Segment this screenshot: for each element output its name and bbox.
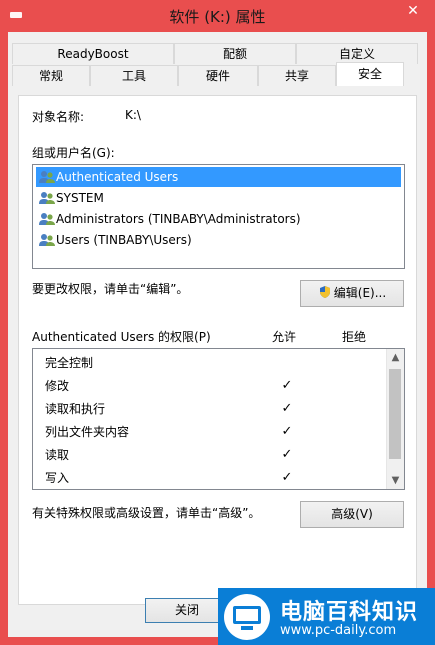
scrollbar-thumb[interactable] bbox=[389, 369, 401, 459]
title-bar[interactable]: 软件 (K:) 属性 ✕ bbox=[0, 0, 435, 32]
uac-shield-icon bbox=[319, 286, 330, 298]
tab-sharing[interactable]: 共享 bbox=[258, 65, 336, 86]
users-group-icon bbox=[39, 213, 55, 225]
close-button[interactable]: 关闭 bbox=[145, 598, 229, 623]
properties-window: 软件 (K:) 属性 ✕ ReadyBoost 配额 自定义 常规 工具 硬件 … bbox=[0, 0, 435, 645]
users-group-icon bbox=[39, 171, 55, 183]
tab-general[interactable]: 常规 bbox=[12, 65, 90, 86]
tab-customize[interactable]: 自定义 bbox=[296, 43, 418, 64]
allow-check-icon bbox=[280, 352, 294, 374]
site-watermark: 电脑百科知识 www.pc-daily.com bbox=[218, 588, 435, 645]
users-group-icon bbox=[39, 192, 55, 204]
user-item-label: SYSTEM bbox=[56, 191, 104, 205]
deny-column-header: 拒绝 bbox=[342, 330, 367, 344]
allow-check-icon: ✓ bbox=[281, 424, 293, 439]
permission-read-execute: 读取和执行 bbox=[45, 402, 106, 416]
tab-tools[interactable]: 工具 bbox=[90, 65, 178, 86]
allow-check-icon: ✓ bbox=[281, 401, 293, 416]
users-group-icon bbox=[39, 234, 55, 246]
object-name-label: 对象名称: bbox=[32, 110, 85, 124]
advanced-hint: 有关特殊权限或高级设置，请单击“高级”。 bbox=[32, 506, 261, 520]
scroll-up-arrow-icon[interactable]: ▲ bbox=[387, 349, 404, 366]
user-item-label: Administrators (TINBABY\Administrators) bbox=[56, 212, 301, 226]
user-item-label: Users (TINBABY\Users) bbox=[56, 233, 192, 247]
tab-quota[interactable]: 配额 bbox=[174, 43, 296, 64]
edit-button-label: 编辑(E)... bbox=[333, 286, 387, 300]
security-panel: 对象名称: K:\ 组或用户名(G): Authenticated Users … bbox=[18, 95, 417, 605]
permissions-list[interactable]: 完全控制 修改 ✓ 读取和执行 ✓ 列出文件夹内容 ✓ 读取 ✓ 写入 ✓ ▲ … bbox=[32, 348, 405, 490]
user-item-label: Authenticated Users bbox=[56, 170, 179, 184]
advanced-button[interactable]: 高级(V) bbox=[300, 501, 404, 528]
tab-readyboost[interactable]: ReadyBoost bbox=[12, 43, 174, 64]
user-item-authenticated-users[interactable]: Authenticated Users bbox=[36, 167, 401, 187]
watermark-url: www.pc-daily.com bbox=[280, 623, 397, 638]
groups-listbox[interactable]: Authenticated Users SYSTEM Administrator… bbox=[32, 164, 405, 269]
permission-full-control: 完全控制 bbox=[45, 356, 94, 370]
dialog-client: ReadyBoost 配额 自定义 常规 工具 硬件 共享 安全 对象名称: K… bbox=[8, 32, 427, 637]
permission-modify: 修改 bbox=[45, 379, 70, 393]
permission-write: 写入 bbox=[45, 471, 70, 485]
tab-hardware[interactable]: 硬件 bbox=[178, 65, 258, 86]
watermark-name: 电脑百科知识 bbox=[280, 600, 419, 625]
permissions-scrollbar[interactable]: ▲ ▼ bbox=[386, 349, 404, 489]
allow-check-icon: ✓ bbox=[281, 447, 293, 462]
permission-list-folder: 列出文件夹内容 bbox=[45, 425, 130, 439]
permissions-label: Authenticated Users 的权限(P) bbox=[32, 330, 211, 344]
object-name-value: K:\ bbox=[125, 108, 141, 122]
scroll-down-arrow-icon[interactable]: ▼ bbox=[387, 472, 404, 489]
monitor-logo-icon bbox=[224, 594, 270, 640]
tab-security[interactable]: 安全 bbox=[336, 62, 404, 86]
permission-read: 读取 bbox=[45, 448, 70, 462]
user-item-administrators[interactable]: Administrators (TINBABY\Administrators) bbox=[36, 209, 305, 229]
allow-column-header: 允许 bbox=[272, 330, 297, 344]
user-item-users[interactable]: Users (TINBABY\Users) bbox=[36, 230, 196, 250]
allow-check-icon: ✓ bbox=[281, 470, 293, 485]
window-title: 软件 (K:) 属性 bbox=[169, 8, 266, 26]
user-item-system[interactable]: SYSTEM bbox=[36, 188, 108, 208]
edit-button[interactable]: 编辑(E)... bbox=[300, 280, 404, 307]
allow-check-icon: ✓ bbox=[281, 378, 293, 393]
groups-label: 组或用户名(G): bbox=[32, 146, 115, 160]
close-window-button[interactable]: ✕ bbox=[401, 2, 425, 20]
change-permissions-hint: 要更改权限，请单击“编辑”。 bbox=[32, 282, 189, 296]
